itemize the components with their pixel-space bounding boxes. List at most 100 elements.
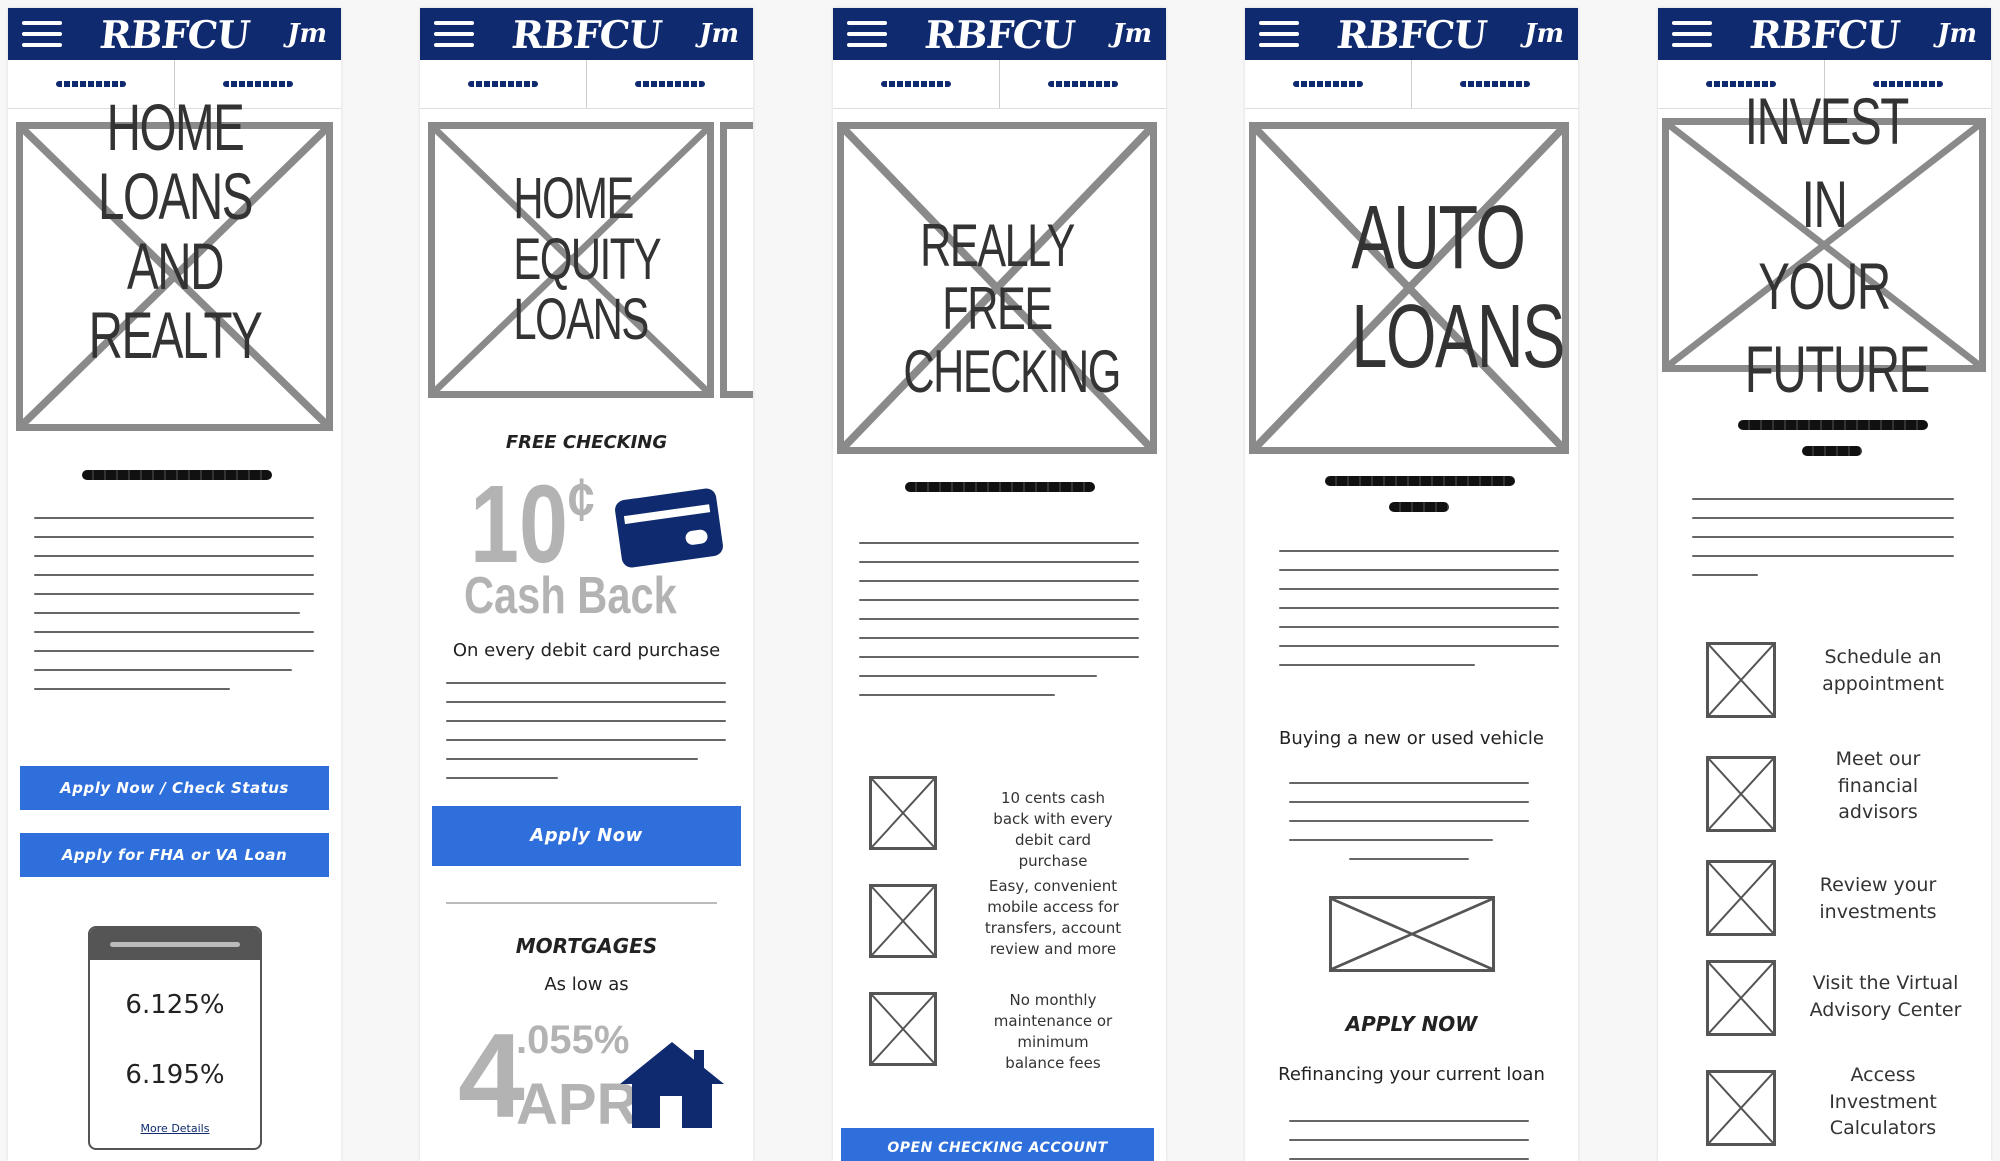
user-signature[interactable]: Jm: [1112, 19, 1152, 49]
feature-no-fees: No monthly maintenance or minimum balanc…: [993, 991, 1113, 1072]
buying-vehicle-heading: Buying a new or used vehicle: [1279, 728, 1544, 749]
hero-image-placeholder: HOME EQUITY LOANS: [428, 122, 714, 398]
section-heading: [82, 470, 272, 480]
hero-title: HOME LOANS AND REALTY: [88, 89, 262, 372]
user-signature[interactable]: Jm: [287, 19, 327, 49]
user-signature[interactable]: Jm: [699, 19, 739, 49]
feature-icon-placeholder: [869, 776, 937, 850]
feature-icon-placeholder: [869, 884, 937, 958]
app-bar: RBFCU Jm: [1245, 8, 1578, 60]
debit-card-icon: [613, 487, 725, 569]
rate-2: 6.195%: [125, 1060, 225, 1090]
rate-1: 6.125%: [125, 990, 225, 1020]
mortgage-rate: 4 .055% APR: [458, 1016, 638, 1136]
section-heading: [1325, 476, 1515, 486]
as-low-as-label: As low as: [544, 974, 629, 995]
mortgages-title: MORTGAGES: [515, 934, 658, 958]
app-bar: RBFCU Jm: [1658, 8, 1991, 60]
item-icon-placeholder: [1706, 860, 1776, 936]
promo-cash-back: Cash Back: [464, 567, 677, 625]
section-heading: [905, 482, 1095, 492]
next-slide-peek: [720, 122, 753, 398]
hero-title: AUTO LOANS: [1351, 188, 1565, 387]
tab-bar: [1245, 60, 1578, 109]
item-icon-placeholder: [1706, 756, 1776, 832]
brand-logo: RBFCU: [97, 11, 252, 57]
menu-icon[interactable]: [847, 21, 887, 47]
meet-advisors-link[interactable]: Meet our financial advisors: [1818, 746, 1938, 826]
menu-icon[interactable]: [1259, 21, 1299, 47]
free-checking-title: FREE CHECKING: [505, 432, 668, 453]
app-bar: RBFCU Jm: [8, 8, 341, 60]
body-text-placeholder: [1692, 498, 1954, 593]
rate-card-header: [90, 928, 260, 960]
item-icon-placeholder: [1706, 960, 1776, 1036]
tab-bar: [833, 60, 1166, 109]
apply-fha-va-button[interactable]: Apply for FHA or VA Loan: [20, 833, 329, 877]
brand-logo: RBFCU: [922, 11, 1077, 57]
tab-left[interactable]: [833, 60, 999, 108]
item-icon-placeholder: [1706, 642, 1776, 718]
brand-logo: RBFCU: [1747, 11, 1902, 57]
image-placeholder: [1329, 896, 1495, 972]
feature-mobile-access: Easy, convenient mobile access for trans…: [984, 877, 1122, 958]
menu-icon[interactable]: [434, 21, 474, 47]
hero-image-placeholder: REALLY FREE CHECKING: [837, 122, 1157, 454]
promo-caption: On every debit card purchase: [452, 640, 721, 661]
menu-icon[interactable]: [1672, 21, 1712, 47]
tab-left[interactable]: [1245, 60, 1411, 108]
screen-auto-loans: RBFCU Jm AUTO LOANS Buying a new or used…: [1245, 8, 1578, 1161]
screen-invest: RBFCU Jm INVEST IN YOUR FUTURE Schedule …: [1658, 8, 1991, 1161]
apply-now-link[interactable]: APPLY NOW: [1245, 1012, 1578, 1036]
hero-image-placeholder: HOME LOANS AND REALTY: [16, 92, 333, 431]
rate-card: 6.125% 6.195% More Details: [88, 926, 262, 1150]
body-text-placeholder: [1289, 1120, 1529, 1161]
menu-icon[interactable]: [22, 21, 62, 47]
open-checking-account-button[interactable]: OPEN CHECKING ACCOUNT: [841, 1128, 1154, 1161]
more-details-link[interactable]: More Details: [90, 1122, 260, 1135]
schedule-appointment-link[interactable]: Schedule an appointment: [1808, 644, 1958, 697]
rate-integer: 4: [458, 1009, 525, 1143]
promo-10-cents: 10¢: [470, 470, 595, 580]
investment-calculators-link[interactable]: Access Investment Calculators: [1818, 1062, 1948, 1142]
section-heading: [1738, 420, 1928, 430]
review-investments-link[interactable]: Review your investments: [1808, 872, 1948, 925]
tab-bar: [420, 60, 753, 109]
body-text-placeholder: [446, 682, 726, 796]
tab-right[interactable]: [586, 60, 753, 108]
brand-logo: RBFCU: [1334, 11, 1489, 57]
hero-title: HOME EQUITY LOANS: [513, 165, 661, 353]
refinancing-heading: Refinancing your current loan: [1278, 1064, 1545, 1085]
item-icon-placeholder: [1706, 1070, 1776, 1146]
tab-left[interactable]: [420, 60, 586, 108]
brand-logo: RBFCU: [509, 11, 664, 57]
house-icon: [616, 1038, 728, 1132]
section-heading: [1802, 446, 1862, 456]
body-text-placeholder: [1289, 782, 1529, 877]
screen-home-equity: RBFCU Jm HOME EQUITY LOANS FREE CHECKING…: [420, 8, 753, 1161]
hero-image-placeholder: AUTO LOANS: [1249, 122, 1569, 454]
body-text-placeholder: [34, 517, 314, 707]
hero-title: INVEST IN YOUR FUTURE: [1744, 84, 1931, 406]
promo-cent: ¢: [567, 466, 595, 533]
body-text-placeholder: [859, 542, 1139, 713]
screen-free-checking: RBFCU Jm REALLY FREE CHECKING 10 cents c…: [833, 8, 1166, 1161]
section-heading: [1389, 502, 1449, 512]
tab-right[interactable]: [999, 60, 1166, 108]
feature-icon-placeholder: [869, 992, 937, 1066]
rate-fraction: .055%: [516, 1018, 630, 1062]
virtual-advisory-center-link[interactable]: Visit the Virtual Advisory Center: [1798, 970, 1973, 1023]
hero-title: REALLY FREE CHECKING: [903, 211, 1121, 405]
apply-now-check-status-button[interactable]: Apply Now / Check Status: [20, 766, 329, 810]
body-text-placeholder: [1279, 550, 1559, 683]
tab-right[interactable]: [1411, 60, 1578, 108]
apply-now-button[interactable]: Apply Now: [432, 806, 741, 866]
app-bar: RBFCU Jm: [420, 8, 753, 60]
user-signature[interactable]: Jm: [1524, 19, 1564, 49]
divider: [446, 902, 717, 904]
user-signature[interactable]: Jm: [1937, 19, 1977, 49]
screen-home-loans: RBFCU Jm HOME LOANS AND REALTY Apply Now…: [8, 8, 341, 1161]
hero-image-placeholder: INVEST IN YOUR FUTURE: [1662, 84, 1986, 406]
feature-cash-back: 10 cents cash back with every debit card…: [993, 789, 1113, 870]
app-bar: RBFCU Jm: [833, 8, 1166, 60]
